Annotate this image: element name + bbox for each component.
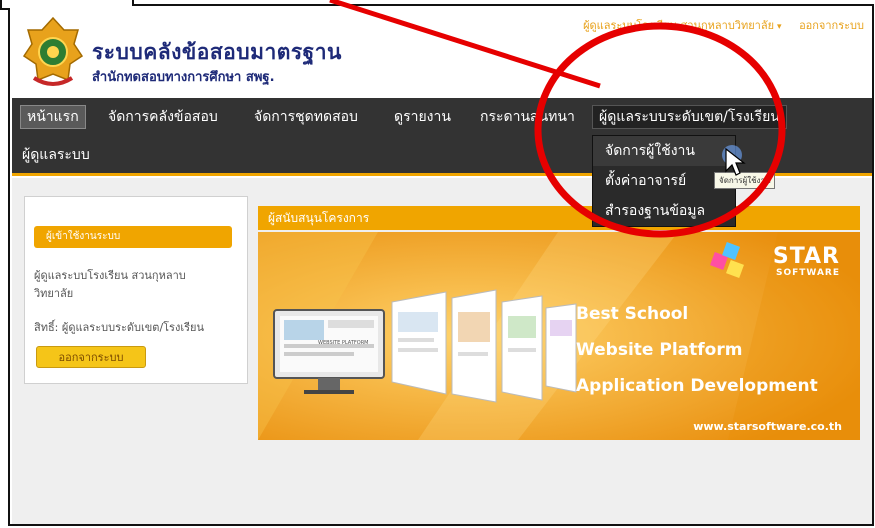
mouse-cursor-icon bbox=[722, 145, 746, 176]
user-menu-link[interactable]: ผู้ดูแลระบบโรงเรียน สวนกุหลาบวิทยาลัย ▾ bbox=[583, 19, 782, 32]
sponsor-heading: ผู้สนับสนุนโครงการ bbox=[258, 206, 860, 230]
banner-line2: Website Platform bbox=[576, 340, 743, 360]
user-menu-label: ผู้ดูแลระบบโรงเรียน สวนกุหลาบวิทยาลัย bbox=[583, 19, 775, 32]
sponsor-banner[interactable]: WEBSITE PLATFORM STAR SOFTWARE Best Scho… bbox=[258, 232, 860, 440]
dropdown-item-backup-db[interactable]: สำรองฐานข้อมูล bbox=[593, 196, 735, 226]
nav-reports[interactable]: ดูรายงาน bbox=[388, 106, 457, 128]
site-title: ระบบคลังข้อสอบมาตรฐาน bbox=[92, 40, 342, 64]
site-header: ระบบคลังข้อสอบมาตรฐาน สำนักทดสอบทางการศึ… bbox=[10, 6, 872, 94]
nav-manage-testset[interactable]: จัดการชุดทดสอบ bbox=[248, 106, 364, 128]
ministry-logo-icon bbox=[22, 16, 84, 86]
login-info-heading: ผู้เข้าใช้งานระบบ bbox=[34, 226, 232, 248]
banner-line3: Application Development bbox=[576, 376, 818, 396]
header-logout-link[interactable]: ออกจากระบบ bbox=[799, 19, 864, 32]
banner-url: www.starsoftware.co.th bbox=[693, 420, 842, 433]
site-subtitle: สำนักทดสอบทางการศึกษา สพฐ. bbox=[92, 70, 275, 85]
user-name-line1: ผู้ดูแลระบบโรงเรียน สวนกุหลาบ bbox=[34, 269, 186, 282]
brand-name: STAR bbox=[772, 244, 840, 269]
nav-forum[interactable]: กระดานสนทนา bbox=[474, 106, 581, 128]
chevron-down-icon: ▾ bbox=[777, 22, 782, 32]
banner-background bbox=[258, 232, 860, 440]
star-software-logo: STAR SOFTWARE bbox=[772, 244, 840, 279]
nav-home[interactable]: หน้าแรก bbox=[20, 105, 86, 129]
nav-district-admin[interactable]: ผู้ดูแลระบบระดับเขต/โรงเรียน bbox=[592, 105, 787, 129]
sidebar-logout-button[interactable]: ออกจากระบบ bbox=[36, 346, 146, 368]
banner-line1: Best School bbox=[576, 304, 689, 324]
screen-label: WEBSITE PLATFORM bbox=[318, 340, 369, 346]
user-rights: สิทธิ์: ผู้ดูแลระบบระดับเขต/โรงเรียน bbox=[34, 321, 204, 334]
brand-sub: SOFTWARE bbox=[776, 268, 840, 278]
top-links: ผู้ดูแลระบบโรงเรียน สวนกุหลาบวิทยาลัย ▾ อ… bbox=[583, 16, 864, 34]
dropdown-item-manage-users[interactable]: จัดการผู้ใช้งาน bbox=[593, 136, 735, 166]
nav-manage-bank[interactable]: จัดการคลังข้อสอบ bbox=[102, 106, 224, 128]
user-name-line2: วิทยาลัย bbox=[34, 287, 74, 300]
nav-admin[interactable]: ผู้ดูแลระบบ bbox=[16, 144, 96, 166]
